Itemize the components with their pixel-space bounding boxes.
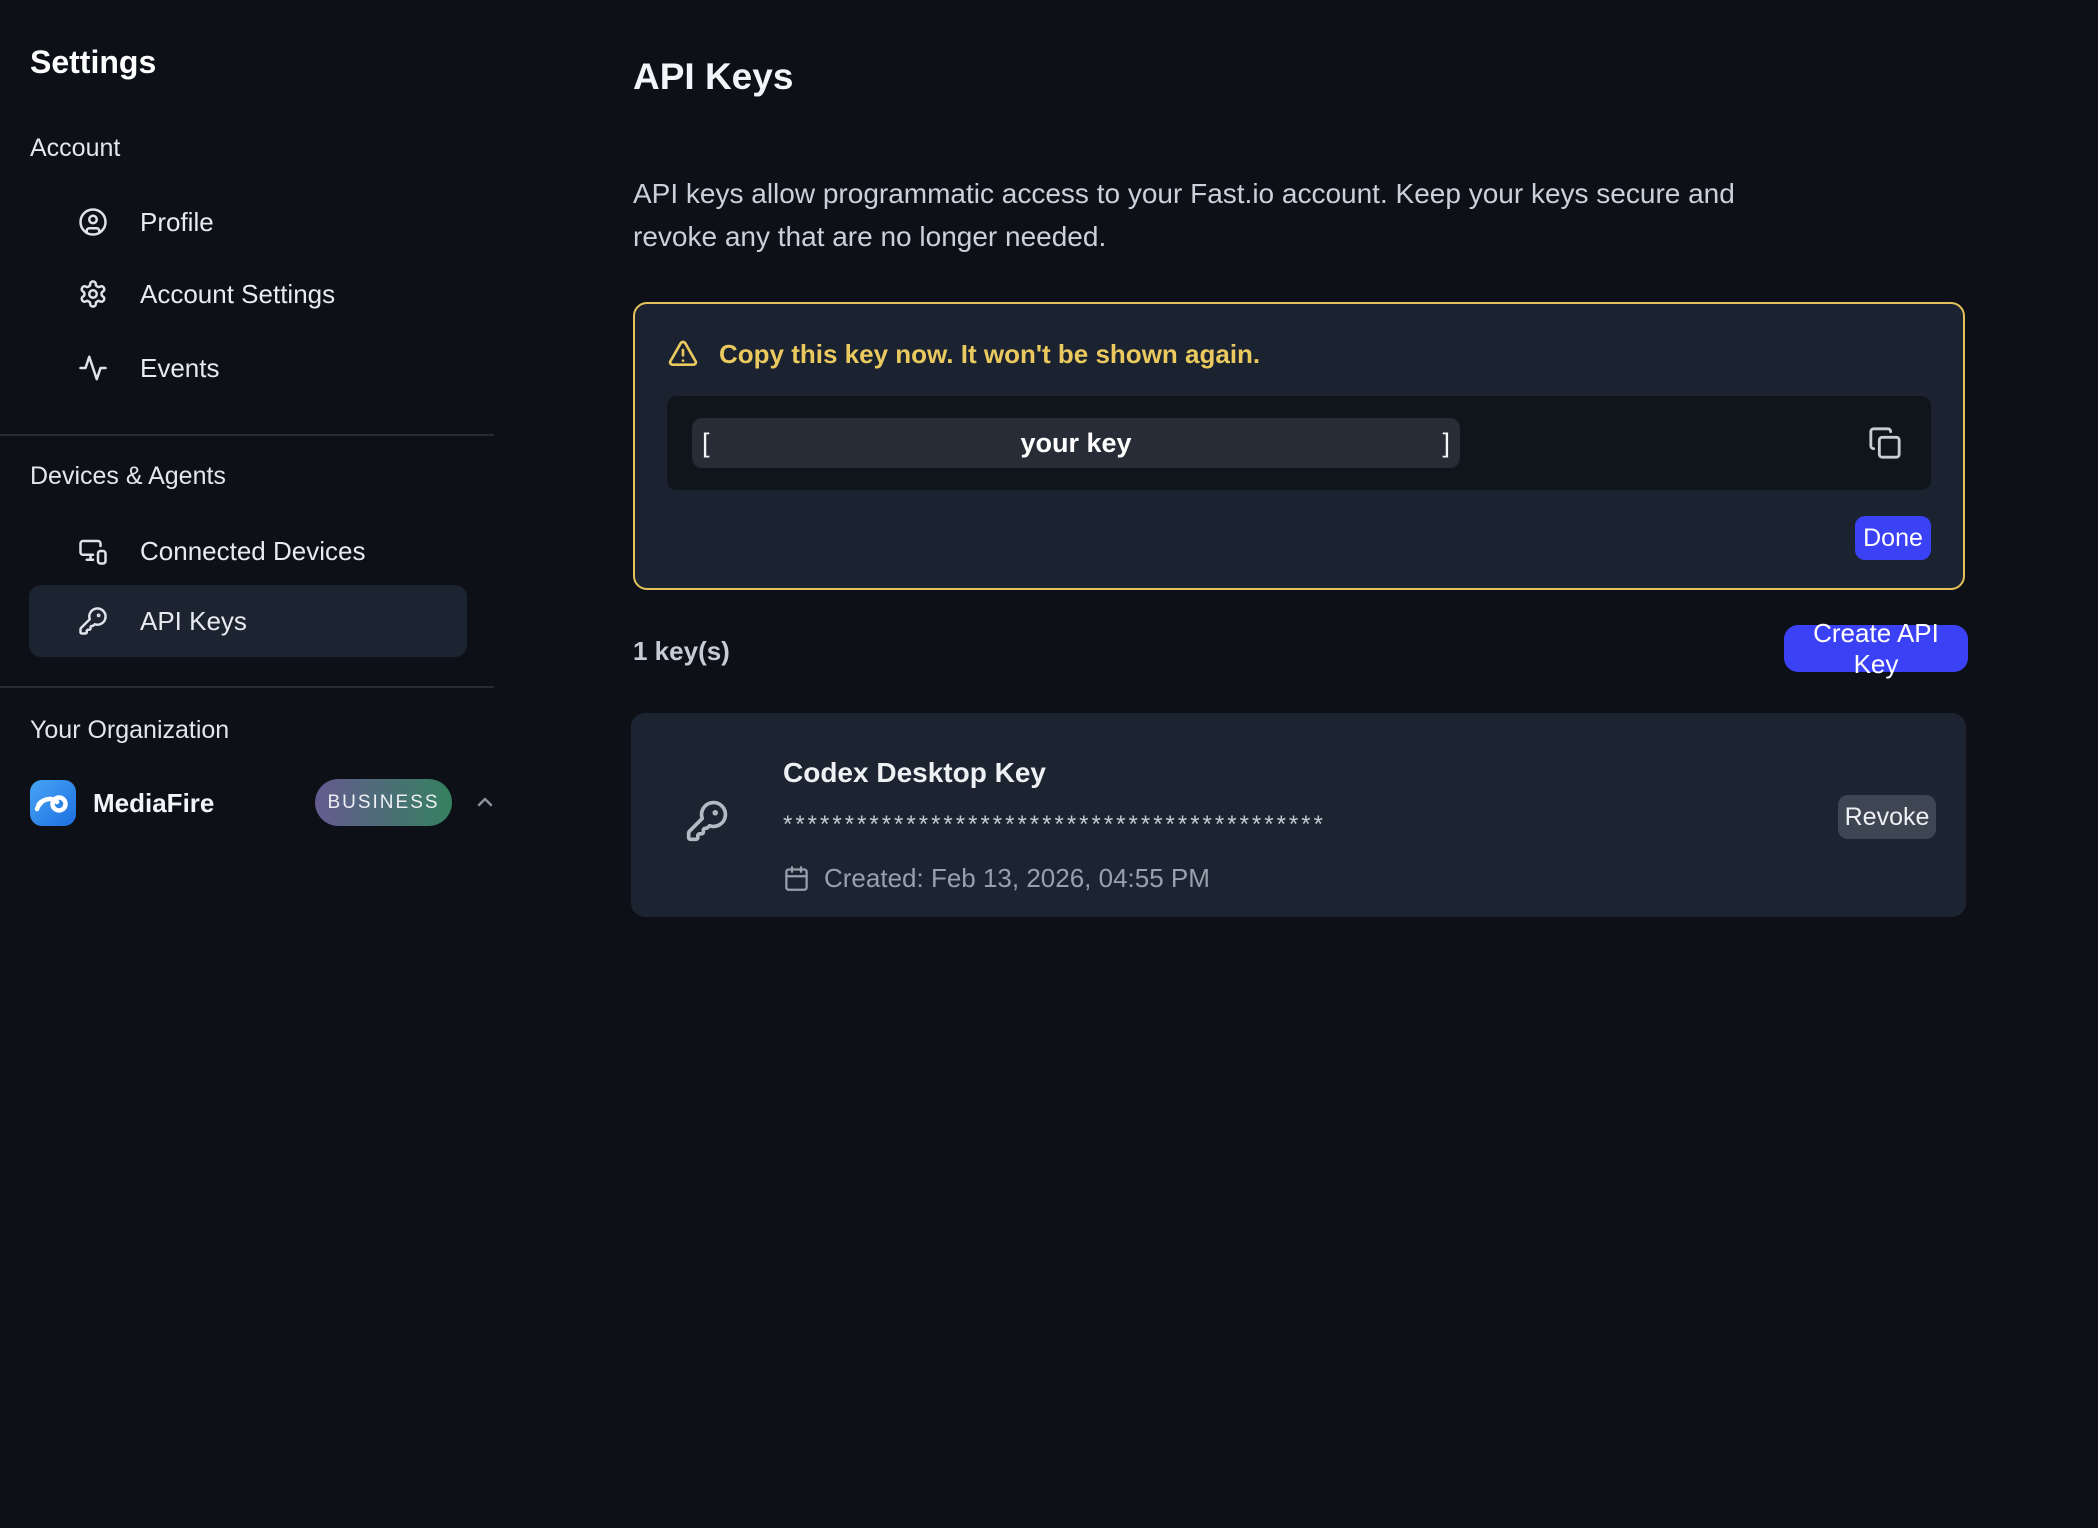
- chevron-up-icon[interactable]: [473, 790, 497, 814]
- organization-row[interactable]: MediaFire BUSINESS: [0, 778, 530, 828]
- gear-icon: [78, 279, 108, 309]
- calendar-icon: [783, 865, 810, 892]
- keys-count: 1 key(s): [633, 636, 730, 667]
- copy-key-button[interactable]: [1865, 423, 1905, 463]
- page-description: API keys allow programmatic access to yo…: [633, 172, 1735, 258]
- mediafire-logo: [30, 780, 76, 826]
- sidebar-item-label: Account Settings: [140, 279, 335, 310]
- settings-page: { "sidebar": { "title": "Settings", "sec…: [0, 0, 2098, 1528]
- api-key-name: Codex Desktop Key: [783, 757, 1326, 789]
- sidebar-item-events[interactable]: Events: [29, 332, 467, 404]
- page-description-line2: revoke any that are no longer needed.: [633, 215, 1735, 258]
- sidebar-item-connected-devices[interactable]: Connected Devices: [29, 515, 467, 587]
- api-key-card: Codex Desktop Key **********************…: [631, 713, 1966, 917]
- open-bracket: [: [702, 428, 710, 459]
- page-description-line1: API keys allow programmatic access to yo…: [633, 172, 1735, 215]
- masked-key-value: ****************************************…: [783, 811, 1326, 839]
- created-timestamp: Created: Feb 13, 2026, 04:55 PM: [824, 863, 1210, 894]
- section-label-devices-agents: Devices & Agents: [30, 462, 226, 491]
- section-label-your-organization: Your Organization: [30, 716, 229, 745]
- api-key-value: your key: [1020, 428, 1131, 459]
- api-key-selected-text[interactable]: [ your key ]: [692, 418, 1460, 468]
- sidebar-item-profile[interactable]: Profile: [29, 186, 467, 258]
- created-row: Created: Feb 13, 2026, 04:55 PM: [783, 863, 1326, 894]
- sidebar-divider: [0, 434, 494, 436]
- activity-icon: [78, 353, 108, 383]
- copy-key-warning-banner: Copy this key now. It won't be shown aga…: [633, 302, 1965, 590]
- key-icon: [685, 799, 729, 843]
- monitor-smartphone-icon: [78, 536, 108, 566]
- user-circle-icon: [78, 207, 108, 237]
- revoke-button[interactable]: Revoke: [1838, 795, 1936, 839]
- key-icon: [78, 606, 108, 636]
- close-bracket: ]: [1442, 428, 1450, 459]
- copy-icon: [1868, 426, 1902, 460]
- sidebar-item-api-keys-selected[interactable]: API Keys: [29, 585, 467, 657]
- sidebar-item-label: Events: [140, 353, 220, 384]
- sidebar-title: Settings: [30, 44, 156, 81]
- sidebar-item-label: API Keys: [140, 606, 247, 637]
- sidebar-divider: [0, 686, 494, 688]
- api-key-card-body: Codex Desktop Key **********************…: [783, 757, 1326, 894]
- sidebar-item-label: Connected Devices: [140, 536, 365, 567]
- settings-sidebar: Settings Account Profile Account Setting…: [0, 0, 530, 1528]
- warning-row: Copy this key now. It won't be shown aga…: [667, 338, 1260, 370]
- sidebar-item-account-settings[interactable]: Account Settings: [29, 258, 467, 330]
- page-title: API Keys: [633, 56, 793, 98]
- organization-name: MediaFire: [93, 788, 214, 819]
- warning-triangle-icon: [667, 338, 699, 370]
- create-api-key-button[interactable]: Create API Key: [1784, 625, 1968, 672]
- warning-message: Copy this key now. It won't be shown aga…: [719, 339, 1260, 370]
- api-key-field[interactable]: [ your key ]: [667, 396, 1931, 490]
- plan-badge: BUSINESS: [315, 779, 452, 826]
- section-label-account: Account: [30, 134, 120, 163]
- done-button[interactable]: Done: [1855, 516, 1931, 560]
- sidebar-item-label: Profile: [140, 207, 214, 238]
